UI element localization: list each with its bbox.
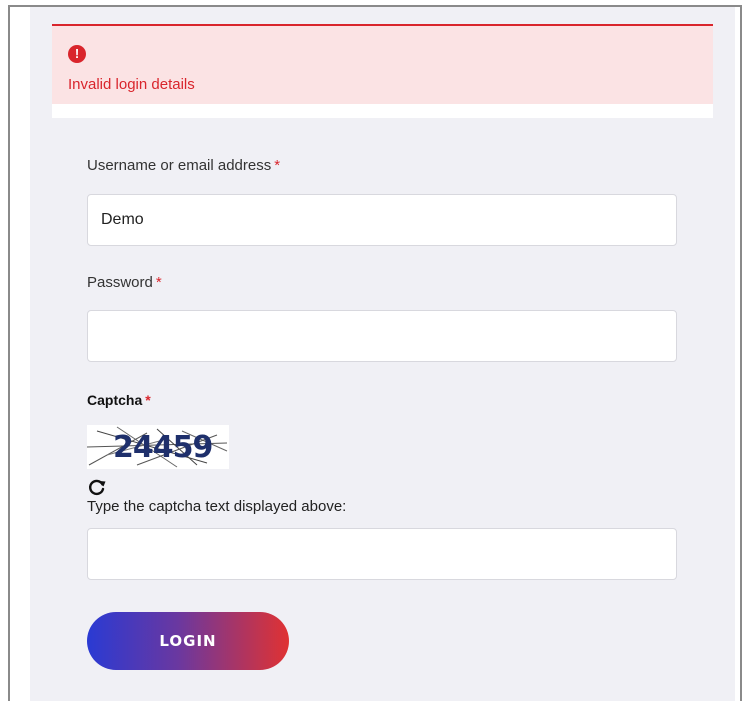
required-marker: * xyxy=(155,274,162,291)
login-panel: ! Invalid login details Username or emai… xyxy=(30,7,735,701)
login-button[interactable]: LOGIN xyxy=(87,612,289,670)
refresh-icon[interactable] xyxy=(87,477,107,497)
error-alert: ! Invalid login details xyxy=(52,24,713,104)
exclamation-icon: ! xyxy=(68,45,86,63)
alert-divider xyxy=(52,104,713,118)
required-marker: * xyxy=(145,392,151,408)
password-input[interactable] xyxy=(87,310,677,362)
password-label-text: Password xyxy=(87,274,153,291)
captcha-label-text: Captcha xyxy=(87,392,143,408)
captcha-hint: Type the captcha text displayed above: xyxy=(87,498,347,515)
captcha-label: Captcha * xyxy=(87,392,151,408)
error-message: Invalid login details xyxy=(68,76,195,93)
username-input[interactable] xyxy=(87,194,677,246)
username-label-text: Username or email address xyxy=(87,157,272,174)
captcha-code-text: 24459 xyxy=(113,430,213,465)
username-label: Username or email address * xyxy=(87,157,280,174)
password-label: Password * xyxy=(87,274,162,291)
captcha-image: 24459 xyxy=(87,425,229,469)
captcha-input[interactable] xyxy=(87,528,677,580)
required-marker: * xyxy=(274,157,281,174)
